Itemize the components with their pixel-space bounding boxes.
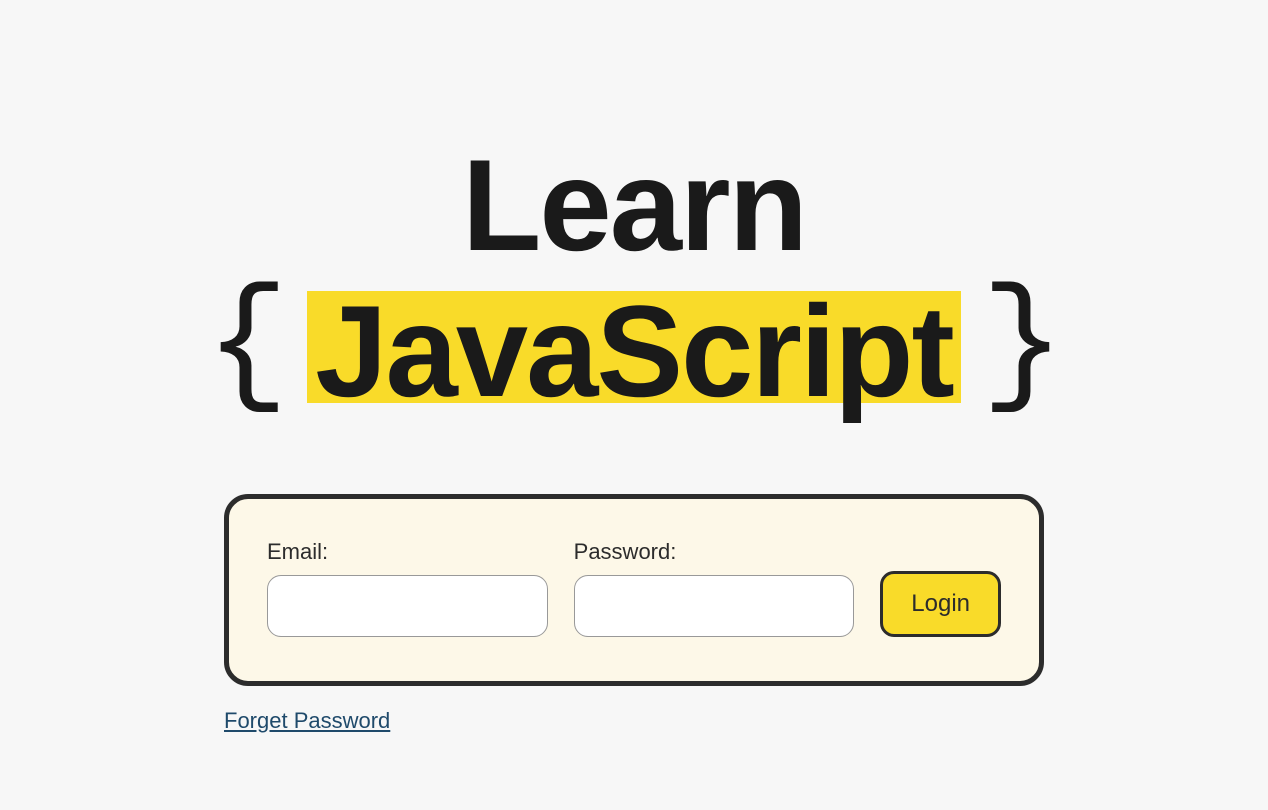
logo: Learn { JavaScript } xyxy=(205,140,1063,424)
email-field-group: Email: xyxy=(267,539,548,637)
password-field[interactable] xyxy=(574,575,855,637)
logo-line1: Learn xyxy=(205,140,1063,270)
logo-line2: { JavaScript } xyxy=(205,270,1063,424)
brace-open-icon: { xyxy=(205,270,287,424)
login-form: Email: Password: Login xyxy=(267,539,1001,637)
brace-close-icon: } xyxy=(981,270,1063,424)
email-field[interactable] xyxy=(267,575,548,637)
password-field-group: Password: xyxy=(574,539,855,637)
email-label: Email: xyxy=(267,539,548,565)
forgot-link-container: Forget Password xyxy=(224,708,1044,734)
password-label: Password: xyxy=(574,539,855,565)
logo-highlight: JavaScript xyxy=(307,291,961,402)
login-button[interactable]: Login xyxy=(880,571,1001,637)
login-box: Email: Password: Login xyxy=(224,494,1044,686)
forgot-password-link[interactable]: Forget Password xyxy=(224,708,390,733)
